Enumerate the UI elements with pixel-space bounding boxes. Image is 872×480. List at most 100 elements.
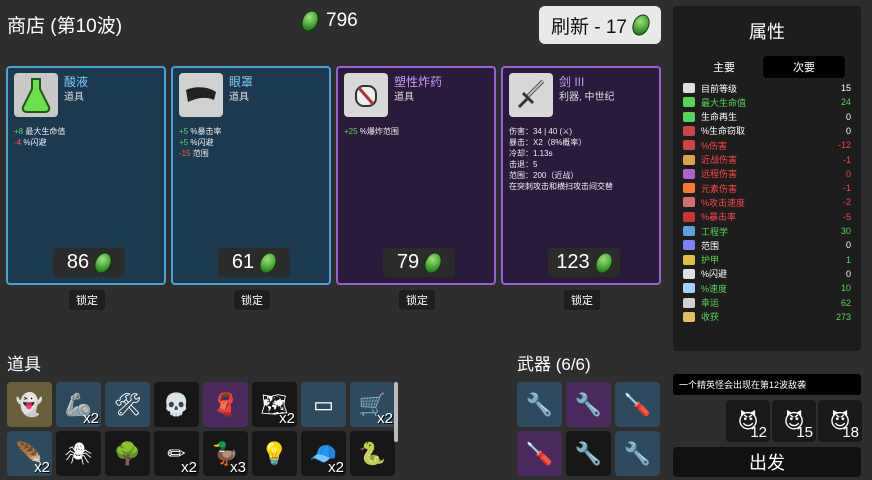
tab-primary[interactable]: 主要 — [683, 56, 765, 78]
stat-icon — [683, 125, 695, 136]
weapon-slot[interactable]: 🔧 — [517, 382, 562, 427]
lock-button[interactable]: 锁定 — [564, 290, 600, 310]
stat-label: %暴击率 — [701, 212, 737, 223]
reroll-label: 刷新 - 17 — [550, 16, 628, 38]
weapon-slot[interactable]: 🪛 — [517, 431, 562, 476]
item-count: x3 — [230, 459, 246, 476]
wrench-icon: 🔧 — [574, 391, 603, 417]
currency-amount: 796 — [326, 10, 358, 31]
lamp-icon: 💡 — [260, 440, 289, 466]
stat-value: 62 — [840, 297, 851, 308]
item-slot[interactable]: 🗺 x2 — [252, 382, 297, 427]
shop-card[interactable]: 酸液 道具 +8 最大生命值 -4 %闪避 86 — [6, 66, 166, 285]
wave-number: 12 — [750, 424, 767, 441]
shop-card[interactable]: 塑性炸药 道具 +25 %爆炸范围 79 — [336, 66, 496, 285]
tab-secondary[interactable]: 次要 — [763, 56, 845, 78]
go-button[interactable]: 出发 — [673, 447, 861, 477]
card-type: 道具 — [64, 92, 84, 103]
buy-price-button[interactable]: 61 — [218, 248, 290, 277]
stat-label: 最大生命值 — [701, 97, 747, 108]
reroll-button[interactable]: 刷新 - 17 — [539, 6, 661, 44]
item-slot[interactable]: 🦾 x2 — [56, 382, 101, 427]
lock-button[interactable]: 锁定 — [234, 290, 270, 310]
stat-label: %生命窃取 — [701, 126, 746, 137]
elite-enemy-slot: 😈 12 — [726, 400, 770, 442]
material-coin-icon — [591, 249, 616, 276]
stat-value: -12 — [837, 140, 851, 151]
elite-enemy-slot: 😈 18 — [818, 400, 862, 442]
elite-enemy-slot: 😈 15 — [772, 400, 816, 442]
weapon-slot[interactable]: 🔧 — [566, 431, 611, 476]
weapon-slot[interactable]: 🔧 — [615, 431, 660, 476]
turret-icon: 🛠 — [113, 391, 142, 417]
items-scrollbar[interactable] — [394, 382, 398, 442]
screwdriver-icon: 🪛 — [525, 440, 554, 466]
stat-icon — [683, 254, 695, 265]
shop-card[interactable]: 眼罩 道具 +5 %暴击率 +5 %闪避 -15 范围 61 — [171, 66, 331, 285]
item-count: x2 — [181, 459, 197, 476]
item-slot[interactable]: 🌳 — [105, 431, 150, 476]
stat-icon — [683, 240, 695, 251]
stat-label: 收获 — [701, 312, 720, 323]
item-slot[interactable]: 💀 — [154, 382, 199, 427]
buy-price-button[interactable]: 86 — [53, 248, 125, 277]
item-slot[interactable]: 🛒 x2 — [350, 382, 395, 427]
material-coin-icon — [256, 249, 281, 276]
lock-button[interactable]: 锁定 — [399, 290, 435, 310]
lock-button[interactable]: 锁定 — [69, 290, 105, 310]
material-coin-icon — [91, 249, 116, 276]
item-count: x2 — [34, 459, 50, 476]
stat-label: 工程学 — [701, 226, 729, 237]
snake-icon: 🐍 — [358, 440, 387, 466]
stat-row: %速度 10 — [683, 282, 851, 294]
metal-plate-icon: ▭ — [313, 391, 334, 417]
item-slot[interactable]: 🛠 — [105, 382, 150, 427]
stat-label: %攻击速度 — [701, 197, 746, 208]
stat-row: 护甲 1 — [683, 254, 851, 266]
stat-row: 元素伤害 -1 — [683, 182, 851, 194]
weapon-slot[interactable]: 🪛 — [615, 382, 660, 427]
stat-label: 近战伤害 — [701, 155, 738, 165]
buy-price-button[interactable]: 123 — [548, 248, 620, 277]
item-slot[interactable]: 💡 — [252, 431, 297, 476]
stat-row: 收获 273 — [683, 311, 851, 323]
stat-row: %伤害 -12 — [683, 139, 851, 151]
item-slot[interactable]: 🐍 — [350, 431, 395, 476]
weapon-stats: 伤害：34 | 40 (⚔) 暴击：X2（8%概率） 冷却：1.13s 击退：5… — [509, 127, 613, 191]
stat-row: 工程学 30 — [683, 225, 851, 237]
stat-icon — [683, 197, 695, 208]
item-slot[interactable]: 🕷 — [56, 431, 101, 476]
scarf-icon: 🧣 — [211, 391, 240, 417]
stat-label: %速度 — [701, 283, 728, 294]
stat-row: %攻击速度 -2 — [683, 196, 851, 208]
stat-value: -5 — [842, 211, 851, 222]
card-stats: +5 %暴击率 +5 %闪避 -15 范围 — [179, 127, 222, 158]
stat-label: 幸运 — [701, 298, 720, 308]
buy-price-button[interactable]: 79 — [383, 248, 455, 277]
stat-value: 1 — [845, 254, 851, 265]
stat-icon — [683, 311, 695, 322]
stat-icon — [683, 83, 695, 93]
item-slot[interactable]: ✏ x2 — [154, 431, 199, 476]
stat-value: 15 — [840, 83, 851, 93]
screwdriver-icon: 🪛 — [623, 391, 652, 417]
stat-row: %生命窃取 0 — [683, 125, 851, 137]
item-slot[interactable]: 🧢 x2 — [301, 431, 346, 476]
item-slot[interactable]: 👻 — [7, 382, 52, 427]
stat-value: 10 — [840, 283, 851, 294]
weapon-slot[interactable]: 🔧 — [566, 382, 611, 427]
stat-row: 生命再生 0 — [683, 111, 851, 123]
stat-icon — [683, 297, 695, 308]
card-stats: +25 %爆炸范围 — [344, 127, 399, 136]
item-slot[interactable]: ▭ — [301, 382, 346, 427]
spider-icon: 🕷 — [64, 440, 93, 466]
item-slot[interactable]: 🪶 x2 — [7, 431, 52, 476]
shop-card[interactable]: 剑 III 利器, 中世纪 伤害：34 | 40 (⚔) 暴击：X2（8%概率）… — [501, 66, 661, 285]
panel-title: 属性 — [749, 22, 785, 42]
elite-notice: 一个精英怪会出现在第12波敌袭 — [673, 374, 861, 395]
stat-label: 目前等级 — [701, 83, 738, 94]
stat-value: 0 — [845, 240, 851, 251]
item-slot[interactable]: 🧣 — [203, 382, 248, 427]
item-slot[interactable]: 🦆 x3 — [203, 431, 248, 476]
stat-value: 0 — [845, 125, 851, 136]
